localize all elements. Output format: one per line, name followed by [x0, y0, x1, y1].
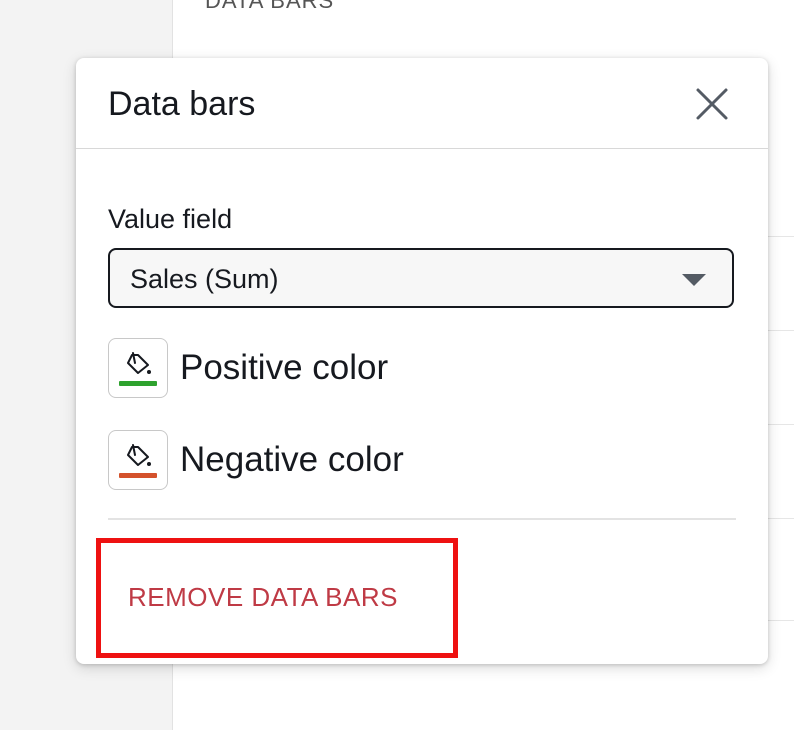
negative-color-swatch[interactable]	[108, 430, 168, 490]
close-button[interactable]	[690, 82, 734, 126]
negative-color-bar	[119, 473, 157, 478]
value-field-selected-value: Sales (Sum)	[130, 264, 279, 294]
data-bars-popover: Data bars Value field Sales (Sum) Positi…	[76, 58, 768, 664]
positive-color-bar	[119, 381, 157, 386]
popover-title: Data bars	[108, 85, 256, 123]
positive-color-label: Positive color	[180, 348, 389, 387]
negative-color-label: Negative color	[180, 440, 404, 479]
background-section-heading: DATA BARS	[205, 0, 335, 13]
popover-header: Data bars	[76, 58, 768, 149]
negative-color-button[interactable]: Negative color	[108, 428, 404, 492]
chevron-down-icon	[682, 274, 706, 286]
positive-color-swatch[interactable]	[108, 338, 168, 398]
paint-bucket-icon	[127, 352, 151, 374]
remove-data-bars-button[interactable]: REMOVE DATA BARS	[128, 582, 398, 613]
positive-color-button[interactable]: Positive color	[108, 336, 388, 400]
value-field-label: Value field	[108, 204, 233, 234]
value-field-select[interactable]: Sales (Sum)	[108, 248, 734, 308]
popover-divider	[108, 518, 736, 520]
paint-bucket-icon	[127, 444, 151, 466]
close-icon	[696, 88, 728, 120]
